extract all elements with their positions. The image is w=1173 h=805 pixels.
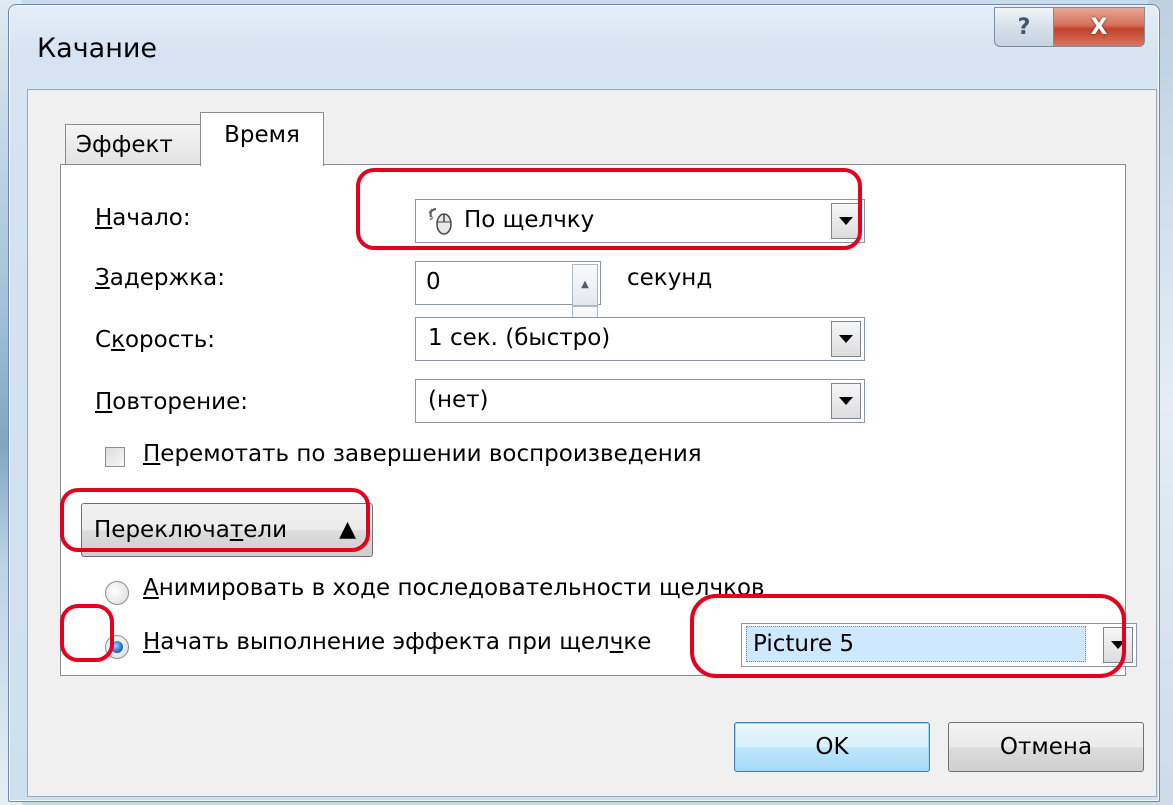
- dialog-client-area: Эффект Время Начало: По щелчку Задержка:…: [27, 89, 1157, 797]
- chevron-down-icon: [839, 397, 853, 405]
- animate-sequence-label[interactable]: Анимировать в ходе последовательности ще…: [143, 575, 765, 601]
- repeat-dropdown-arrow[interactable]: [831, 383, 861, 419]
- help-button[interactable]: ?: [994, 7, 1054, 47]
- speed-label: Скорость:: [95, 327, 216, 353]
- timing-panel: Начало: По щелчку Задержка: 0 ▲ ▼: [60, 164, 1137, 676]
- start-dropdown-arrow[interactable]: [831, 203, 861, 239]
- mouse-click-icon: [428, 207, 452, 235]
- chevron-up-icon: ▲: [339, 517, 356, 542]
- repeat-value: (нет): [428, 387, 489, 413]
- spin-up-icon[interactable]: ▲: [572, 264, 598, 306]
- dialog-window: Качание ? X Эффект Время Начало: По щелч…: [8, 4, 1160, 802]
- help-icon: ?: [1017, 14, 1031, 40]
- repeat-label: Повторение:: [95, 389, 249, 415]
- close-icon: X: [1090, 14, 1108, 40]
- speed-combobox[interactable]: 1 сек. (быстро): [415, 317, 865, 361]
- cancel-button[interactable]: Отмена: [948, 722, 1144, 772]
- trigger-object-value: Picture 5: [746, 626, 1086, 662]
- rewind-label[interactable]: Перемотать по завершении воспроизведения: [143, 441, 702, 467]
- start-on-click-label[interactable]: Начать выполнение эффекта при щелчке: [143, 629, 651, 655]
- chevron-down-icon: [1111, 641, 1125, 649]
- delay-label: Задержка:: [95, 265, 225, 291]
- delay-stepper[interactable]: ▲ ▼: [572, 264, 598, 348]
- caption-buttons: ? X: [994, 7, 1145, 47]
- chevron-down-icon: [839, 217, 853, 225]
- start-on-click-radio[interactable]: [105, 635, 129, 659]
- close-button[interactable]: X: [1054, 7, 1145, 47]
- delay-value: 0: [426, 269, 441, 295]
- tab-effect[interactable]: Эффект: [65, 124, 201, 164]
- repeat-combobox[interactable]: (нет): [415, 379, 865, 423]
- start-combobox[interactable]: По щелчку: [415, 199, 865, 243]
- trigger-object-dropdown-arrow[interactable]: [1103, 627, 1133, 663]
- dialog-title: Качание: [37, 33, 158, 64]
- speed-dropdown-arrow[interactable]: [831, 321, 861, 357]
- triggers-button[interactable]: Переключатели ▲: [81, 503, 373, 557]
- ok-button[interactable]: OK: [734, 722, 930, 772]
- tab-timing[interactable]: Время: [200, 112, 324, 166]
- animate-sequence-radio[interactable]: [105, 581, 129, 605]
- chevron-down-icon: [839, 335, 853, 343]
- delay-spinbox[interactable]: 0 ▲ ▼: [415, 261, 601, 348]
- speed-value: 1 сек. (быстро): [428, 325, 611, 351]
- rewind-checkbox[interactable]: [105, 447, 125, 467]
- start-value: По щелчку: [464, 207, 595, 233]
- delay-unit: секунд: [627, 265, 713, 291]
- trigger-object-combobox[interactable]: Picture 5: [741, 623, 1137, 667]
- start-label: Начало:: [95, 205, 191, 231]
